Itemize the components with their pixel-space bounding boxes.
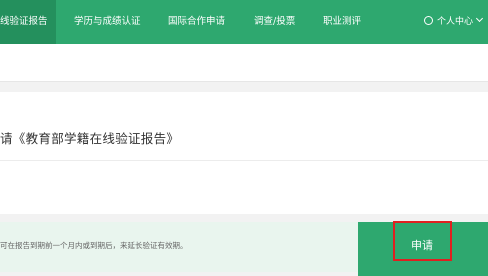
notice-text: 可在报告到期前一个月内或到期后，来延长验证有效期。	[0, 241, 188, 250]
nav-item-career-assessment[interactable]: 职业测评	[323, 0, 361, 44]
nav-item-survey-vote[interactable]: 调查/投票	[254, 0, 295, 44]
nav-item-international-cooperation[interactable]: 国际合作申请	[168, 0, 225, 44]
user-center-label: 个人中心	[437, 17, 474, 27]
sub-header-bar	[0, 44, 488, 82]
apply-button[interactable]: 申请	[358, 222, 488, 276]
user-center-menu[interactable]: 个人中心	[424, 0, 484, 44]
user-icon	[424, 16, 433, 25]
panel-divider	[0, 160, 488, 161]
bottom-action-bar: 可在报告到期前一个月内或到期后，来延长验证有效期。 申请	[0, 222, 488, 276]
nav-item-verification-report[interactable]: 线验证报告	[0, 0, 56, 44]
nav-item-degree-certification[interactable]: 学历与成绩认证	[74, 0, 141, 44]
main-panel: 请《教育部学籍在线验证报告》	[0, 92, 488, 214]
chevron-down-icon	[475, 14, 484, 23]
top-nav: 线验证报告 学历与成绩认证 国际合作申请 调查/投票 职业测评 个人中心	[0, 0, 488, 44]
notice-banner: 可在报告到期前一个月内或到期后，来延长验证有效期。	[0, 222, 358, 272]
page-title: 请《教育部学籍在线验证报告》	[0, 131, 180, 146]
apply-button-label: 申请	[411, 239, 433, 252]
